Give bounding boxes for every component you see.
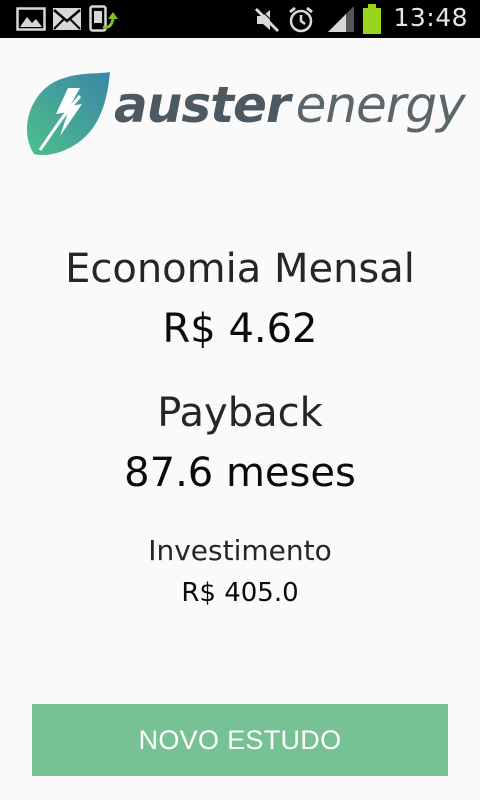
mute-icon — [254, 7, 280, 33]
investment-label: Investimento — [148, 534, 332, 567]
app-logo: auster energy — [24, 70, 466, 156]
mail-icon — [53, 8, 81, 30]
payback-value: 87.6 meses — [124, 450, 356, 496]
new-study-button[interactable]: NOVO ESTUDO — [32, 704, 448, 776]
battery-icon — [363, 4, 381, 34]
gallery-icon — [16, 7, 46, 31]
monthly-savings-label: Economia Mensal — [65, 246, 415, 292]
signal-icon — [328, 6, 354, 32]
logo-wordmark: auster energy — [114, 76, 466, 134]
status-bar: 13:48 — [0, 0, 480, 38]
logo-word-energy: energy — [295, 76, 466, 134]
app-screen: 13:48 auster energy Economia Mensal R$ 4.… — [0, 0, 480, 800]
status-time: 13:48 — [393, 3, 468, 32]
investment-value: R$ 405.0 — [181, 578, 299, 608]
leaf-bolt-logo-icon — [26, 72, 111, 156]
payback-label: Payback — [157, 390, 323, 436]
monthly-savings-value: R$ 4.62 — [162, 306, 318, 352]
sync-icon — [89, 5, 118, 32]
logo-word-auster: auster — [114, 76, 291, 134]
alarm-icon — [289, 6, 313, 33]
